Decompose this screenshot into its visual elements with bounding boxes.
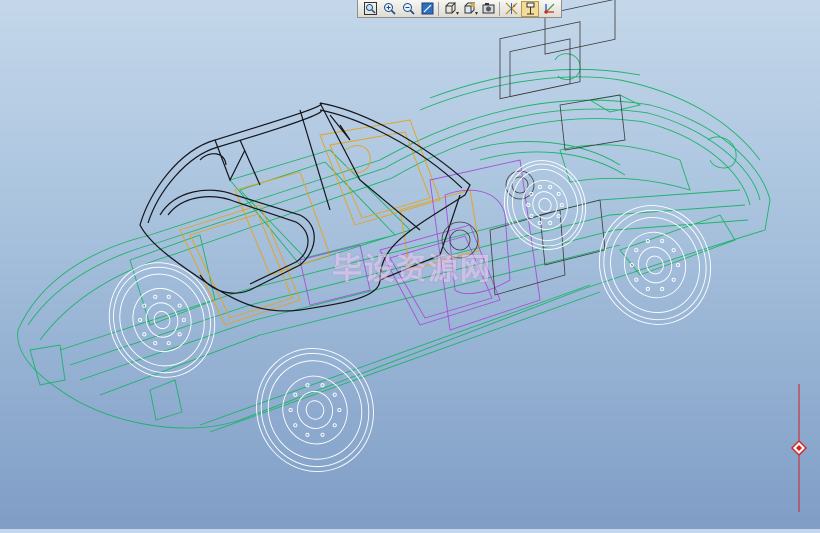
watermark-text: 毕设资源网 <box>332 252 492 287</box>
view-manager-button[interactable] <box>479 1 497 17</box>
annotation-display-icon <box>526 2 534 15</box>
chevron-down-icon: ▾ <box>455 9 459 17</box>
zoom-fit-button[interactable] <box>361 1 379 17</box>
spin-center-icon <box>543 3 554 14</box>
zoom-out-button[interactable] <box>399 1 417 17</box>
zoom-out-icon <box>402 3 415 15</box>
zoom-in-button[interactable] <box>380 1 398 17</box>
repaint-icon <box>421 2 433 15</box>
datum-display-icon: x <box>505 2 517 15</box>
zoom-fit-icon <box>363 2 377 15</box>
graphics-toolbar: ▾ ▾ x <box>357 0 562 18</box>
chevron-down-icon: ▾ <box>474 9 478 17</box>
annotation-display-button[interactable] <box>521 0 539 17</box>
spin-dragger[interactable] <box>790 384 808 512</box>
display-style-button[interactable]: ▾ <box>441 1 459 17</box>
saved-views-button[interactable]: ▾ <box>460 1 478 17</box>
saved-views-icon <box>464 2 475 14</box>
graphics-viewport[interactable]: 毕设资源网 <box>0 0 820 529</box>
front-left-wheel <box>256 348 374 472</box>
body-wireframe <box>17 53 771 433</box>
rear-right-wheel <box>503 160 587 250</box>
spin-center-button[interactable] <box>540 1 558 17</box>
repaint-button[interactable] <box>418 1 436 17</box>
datum-display-button[interactable]: x <box>502 1 520 17</box>
toolbar-separator <box>499 1 500 16</box>
zoom-in-icon <box>383 3 396 15</box>
view-manager-icon <box>482 3 494 14</box>
display-style-icon <box>445 2 456 14</box>
toolbar-separator <box>438 1 439 16</box>
